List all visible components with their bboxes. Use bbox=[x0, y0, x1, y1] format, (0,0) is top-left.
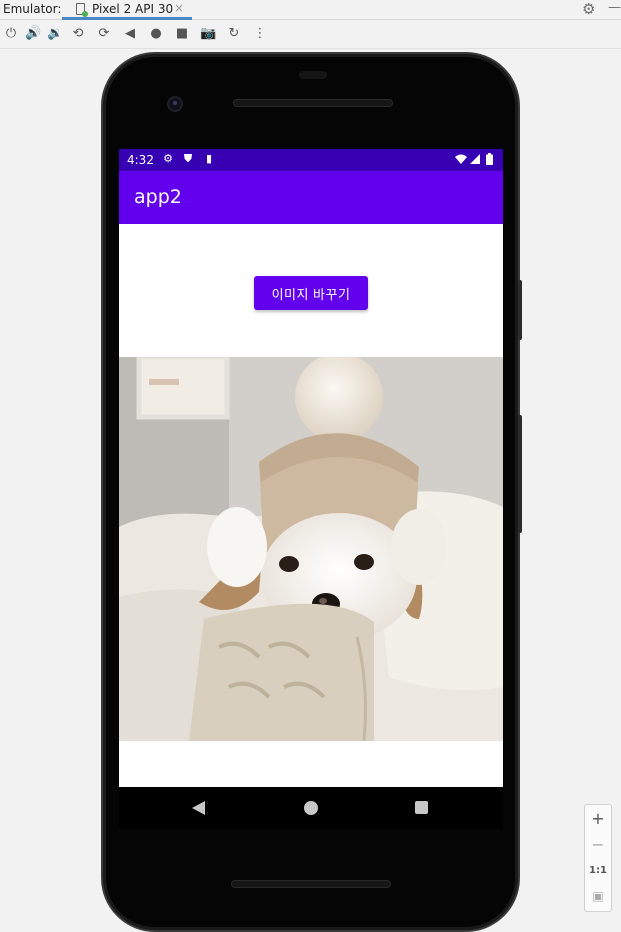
close-tab-icon[interactable]: × bbox=[174, 1, 184, 15]
volume-side-button[interactable] bbox=[518, 415, 522, 533]
nav-recents-icon[interactable] bbox=[415, 801, 428, 814]
snapshot-icon[interactable]: ↻ bbox=[226, 26, 242, 42]
home-icon[interactable]: ● bbox=[148, 26, 164, 42]
device-tab-label: Pixel 2 API 30 bbox=[92, 2, 174, 16]
puppy-photo bbox=[119, 357, 503, 741]
status-bar: 4:32 ⚙ ⛊ ▮ bbox=[119, 149, 503, 171]
emulator-panel-label: Emulator: bbox=[3, 2, 62, 16]
bottom-speaker bbox=[231, 880, 391, 888]
minimize-icon[interactable]: — bbox=[608, 0, 621, 15]
power-side-button[interactable] bbox=[518, 280, 522, 340]
signal-icon bbox=[470, 154, 480, 164]
battery-icon bbox=[486, 153, 493, 165]
zoom-one-to-one[interactable]: 1:1 bbox=[585, 865, 611, 876]
power-icon[interactable]: ⏻ bbox=[3, 26, 19, 42]
earpiece bbox=[299, 71, 327, 79]
zoom-fit-icon[interactable]: ▣ bbox=[585, 889, 611, 903]
emulator-tab-bar: Emulator: Pixel 2 API 30 × ⚙ — bbox=[0, 0, 621, 20]
shield-icon: ⛊ bbox=[183, 152, 193, 165]
rotate-left-icon[interactable]: ⟲ bbox=[70, 26, 86, 42]
more-icon[interactable]: ⋮ bbox=[252, 26, 268, 42]
main-content: 이미지 바꾸기 bbox=[119, 224, 503, 787]
device-icon bbox=[76, 3, 88, 17]
device-screen: 4:32 ⚙ ⛊ ▮ app2 이미지 바꾸기 bbox=[119, 149, 503, 829]
volume-down-icon[interactable]: 🔉 bbox=[47, 26, 63, 42]
overview-icon[interactable]: ■ bbox=[174, 26, 190, 42]
gear-icon[interactable]: ⚙ bbox=[582, 0, 595, 18]
navigation-bar bbox=[119, 787, 503, 829]
change-image-button[interactable]: 이미지 바꾸기 bbox=[254, 276, 368, 310]
device-tab[interactable]: Pixel 2 API 30 × bbox=[62, 0, 192, 20]
zoom-panel: + − 1:1 ▣ bbox=[584, 804, 612, 912]
settings-icon: ⚙ bbox=[163, 152, 173, 165]
app-title: app2 bbox=[134, 186, 182, 208]
front-camera bbox=[167, 96, 183, 112]
zoom-out-icon[interactable]: − bbox=[585, 835, 611, 854]
nav-home-icon[interactable] bbox=[304, 801, 318, 815]
sd-card-icon: ▮ bbox=[205, 152, 213, 165]
back-icon[interactable]: ◀ bbox=[122, 26, 138, 42]
status-time: 4:32 bbox=[127, 153, 154, 167]
screenshot-icon[interactable]: 📷 bbox=[200, 26, 216, 42]
emulator-toolbar: ⏻ 🔊 🔉 ⟲ ⟳ ◀ ● ■ 📷 ↻ ⋮ bbox=[0, 21, 621, 49]
volume-up-icon[interactable]: 🔊 bbox=[25, 26, 41, 42]
wifi-icon bbox=[455, 154, 467, 164]
nav-back-icon[interactable] bbox=[192, 801, 205, 815]
top-speaker bbox=[233, 99, 393, 107]
app-bar: app2 bbox=[119, 171, 503, 224]
rotate-right-icon[interactable]: ⟳ bbox=[96, 26, 112, 42]
zoom-in-icon[interactable]: + bbox=[585, 809, 611, 828]
